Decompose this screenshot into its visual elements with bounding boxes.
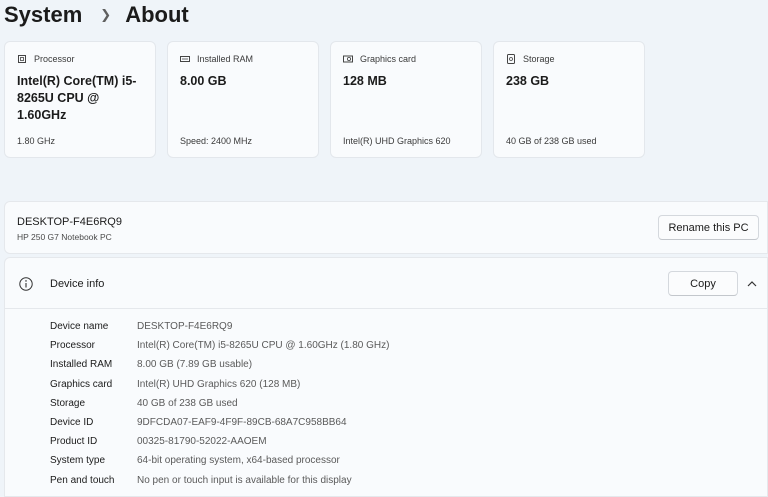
card-subtext: Intel(R) UHD Graphics 620: [343, 136, 451, 146]
spec-label: Installed RAM: [50, 359, 113, 371]
card-label: Graphics card: [360, 54, 417, 64]
spec-row: Product ID 00325-81790-52022-AAOEM: [50, 432, 389, 451]
breadcrumb-parent[interactable]: System: [4, 2, 82, 28]
info-icon: [19, 277, 33, 291]
spec-row: Device name DESKTOP-F4E6RQ9: [50, 317, 389, 336]
spec-value: No pen or touch input is available for t…: [137, 474, 352, 486]
spec-value: 64-bit operating system, x64-based proce…: [137, 455, 340, 467]
spec-row: Pen and touch No pen or touch input is a…: [50, 471, 389, 490]
spec-row: Graphics card Intel(R) UHD Graphics 620 …: [50, 375, 389, 394]
spec-value: 8.00 GB (7.89 GB usable): [137, 359, 253, 371]
card-value: 238 GB: [506, 74, 550, 88]
card-label: Processor: [34, 54, 75, 64]
card-value: 128 MB: [343, 74, 387, 88]
spec-value: Intel(R) Core(TM) i5-8265U CPU @ 1.60GHz…: [137, 340, 390, 352]
card-value: Intel(R) Core(TM) i5-8265U CPU @ 1.60GHz: [17, 74, 137, 122]
pc-name: DESKTOP-F4E6RQ9: [17, 216, 122, 228]
card-subtext: 1.80 GHz: [17, 136, 56, 146]
spec-row: Installed RAM 8.00 GB (7.89 GB usable): [50, 355, 389, 374]
copy-button[interactable]: Copy: [668, 271, 738, 296]
ram-card: Installed RAM 8.00 GB Speed: 2400 MHz: [167, 41, 319, 158]
spec-label: Device ID: [50, 417, 94, 429]
spec-label: Storage: [50, 397, 86, 409]
processor-icon: [18, 55, 26, 63]
device-spec-list: Device name DESKTOP-F4E6RQ9 Processor In…: [50, 317, 389, 490]
spec-label: Graphics card: [50, 378, 113, 390]
spec-row: Device ID 9DFCDA07-EAF9-4F9F-89CB-68A7C9…: [50, 413, 389, 432]
storage-icon: [507, 54, 515, 64]
page-title: About: [125, 2, 189, 27]
chevron-right-icon: ❯: [100, 7, 112, 22]
spec-value: 00325-81790-52022-AAOEM: [137, 436, 267, 448]
spec-row: System type 64-bit operating system, x64…: [50, 451, 389, 470]
card-label: Storage: [523, 54, 555, 64]
spec-value: 40 GB of 238 GB used: [137, 397, 238, 409]
card-subtext: Speed: 2400 MHz: [180, 136, 253, 146]
device-info-panel: Device info Copy Device name DESKTOP-F4E…: [4, 257, 768, 497]
breadcrumb: System ❯ About: [4, 0, 189, 30]
graphics-card-icon: [343, 55, 353, 63]
spec-label: System type: [50, 455, 106, 467]
spec-label: Pen and touch: [50, 474, 115, 486]
graphics-card-card: Graphics card 128 MB Intel(R) UHD Graphi…: [330, 41, 482, 158]
device-info-header[interactable]: Device info Copy: [5, 258, 767, 309]
spec-row: Storage 40 GB of 238 GB used: [50, 394, 389, 413]
spec-value: Intel(R) UHD Graphics 620 (128 MB): [137, 378, 301, 390]
pc-name-panel: DESKTOP-F4E6RQ9 HP 250 G7 Notebook PC Re…: [4, 201, 768, 254]
storage-card: Storage 238 GB 40 GB of 238 GB used: [493, 41, 645, 158]
card-label: Installed RAM: [197, 54, 254, 64]
device-info-title: Device info: [50, 278, 105, 290]
rename-pc-button[interactable]: Rename this PC: [658, 215, 759, 240]
pc-model: HP 250 G7 Notebook PC: [17, 232, 112, 242]
spec-value: DESKTOP-F4E6RQ9: [137, 321, 233, 333]
card-value: 8.00 GB: [180, 74, 227, 88]
spec-value: 9DFCDA07-EAF9-4F9F-89CB-68A7C958BB64: [137, 417, 347, 429]
card-subtext: 40 GB of 238 GB used: [506, 136, 597, 146]
spec-label: Device name: [50, 321, 109, 333]
chevron-up-icon[interactable]: [746, 279, 758, 289]
ram-icon: [180, 56, 190, 62]
processor-card: Processor Intel(R) Core(TM) i5-8265U CPU…: [4, 41, 156, 158]
spec-label: Processor: [50, 340, 96, 352]
spec-row: Processor Intel(R) Core(TM) i5-8265U CPU…: [50, 336, 389, 355]
spec-label: Product ID: [50, 436, 98, 448]
